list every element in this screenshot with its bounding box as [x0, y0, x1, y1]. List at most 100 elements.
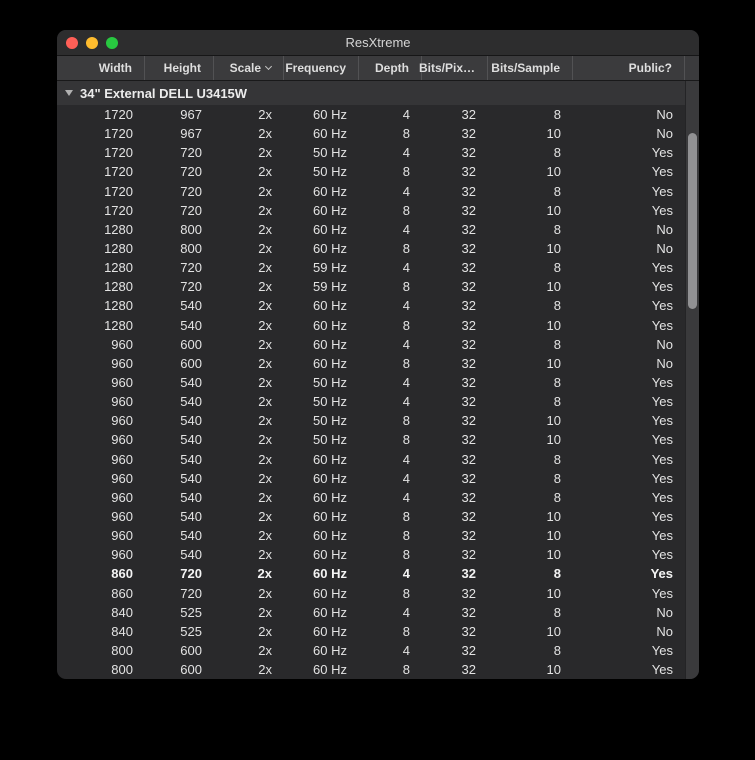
cell-bits-pix: 32 — [461, 241, 476, 257]
cell-depth: 4 — [402, 183, 410, 199]
cell-width: 960 — [111, 336, 133, 352]
cell-width: 960 — [111, 355, 133, 371]
table-row[interactable]: 1720 720 2x 50 Hz 8 32 10 Yes — [57, 162, 699, 181]
cell-depth: 8 — [402, 126, 410, 142]
column-header-depth[interactable]: Depth — [359, 56, 422, 80]
cell-height: 540 — [180, 375, 202, 391]
cell-frequency: 60 Hz — [313, 528, 347, 544]
cell-width: 840 — [111, 604, 133, 620]
cell-width: 800 — [111, 643, 133, 658]
table-row[interactable]: 1280 540 2x 60 Hz 4 32 8 Yes — [57, 296, 699, 315]
cell-width: 1720 — [104, 164, 133, 180]
table-row[interactable]: 1720 720 2x 60 Hz 8 32 10 Yes — [57, 201, 699, 220]
cell-public: Yes — [651, 489, 673, 505]
cell-bits-pix: 32 — [461, 509, 476, 525]
cell-public: No — [656, 336, 673, 352]
table-row[interactable]: 1720 967 2x 60 Hz 4 32 8 No — [57, 105, 699, 124]
cell-scale: 2x — [258, 509, 272, 525]
cell-bits-pix: 32 — [461, 604, 476, 620]
table-row[interactable]: 960 540 2x 50 Hz 4 32 8 Yes — [57, 373, 699, 392]
column-header-frequency[interactable]: Frequency — [284, 56, 359, 80]
zoom-button[interactable] — [106, 37, 118, 49]
cell-bits-sample: 10 — [546, 413, 561, 429]
cell-height: 720 — [180, 585, 202, 601]
column-header-bits-sample[interactable]: Bits/Sample — [488, 56, 573, 80]
cell-bits-pix: 32 — [461, 623, 476, 639]
cell-width: 1720 — [104, 126, 133, 142]
table-row[interactable]: 840 525 2x 60 Hz 8 32 10 No — [57, 622, 699, 641]
table-row[interactable]: 960 540 2x 60 Hz 4 32 8 Yes — [57, 450, 699, 469]
cell-width: 960 — [111, 432, 133, 448]
cell-scale: 2x — [257, 566, 272, 582]
cell-bits-pix: 32 — [461, 317, 476, 333]
table-row[interactable]: 1280 720 2x 59 Hz 4 32 8 Yes — [57, 258, 699, 277]
group-row[interactable]: 34" External DELL U3415W — [57, 81, 699, 105]
cell-scale: 2x — [258, 623, 272, 639]
table-row[interactable]: 1280 720 2x 59 Hz 8 32 10 Yes — [57, 277, 699, 296]
cell-frequency: 60 Hz — [313, 317, 347, 333]
table-row[interactable]: 1720 720 2x 60 Hz 4 32 8 Yes — [57, 182, 699, 201]
table-row[interactable]: 960 540 2x 60 Hz 8 32 10 Yes — [57, 507, 699, 526]
cell-public: Yes — [650, 566, 673, 582]
scrollbar-thumb[interactable] — [688, 133, 697, 309]
table-row[interactable]: 960 540 2x 50 Hz 8 32 10 Yes — [57, 411, 699, 430]
cell-bits-sample: 10 — [546, 662, 561, 678]
cell-bits-sample: 8 — [553, 470, 561, 486]
column-header-bits-pix[interactable]: Bits/Pix… — [419, 56, 488, 80]
cell-scale: 2x — [258, 164, 272, 180]
table-row[interactable]: 960 540 2x 60 Hz 4 32 8 Yes — [57, 488, 699, 507]
cell-bits-sample: 8 — [553, 394, 561, 410]
cell-bits-pix: 32 — [461, 202, 476, 218]
column-header-height[interactable]: Height — [145, 56, 214, 80]
table-row[interactable]: 960 540 2x 50 Hz 4 32 8 Yes — [57, 392, 699, 411]
table-row[interactable]: 960 600 2x 60 Hz 4 32 8 No — [57, 335, 699, 354]
cell-depth: 4 — [402, 145, 410, 161]
table-row[interactable]: 1720 967 2x 60 Hz 8 32 10 No — [57, 124, 699, 143]
cell-depth: 4 — [402, 107, 410, 123]
column-header-width[interactable]: Width — [57, 56, 145, 80]
cell-bits-sample: 8 — [553, 451, 561, 467]
disclosure-triangle-icon[interactable] — [65, 90, 73, 96]
close-button[interactable] — [66, 37, 78, 49]
table-row[interactable]: 1720 720 2x 50 Hz 4 32 8 Yes — [57, 143, 699, 162]
cell-height: 600 — [180, 355, 202, 371]
cell-frequency: 60 Hz — [313, 509, 347, 525]
cell-scale: 2x — [258, 260, 272, 276]
table-row[interactable]: 800 600 2x 60 Hz 8 32 10 Yes — [57, 660, 699, 679]
cell-scale: 2x — [258, 375, 272, 391]
table-row[interactable]: 860 720 2x 60 Hz 4 32 8 Yes — [57, 564, 699, 583]
cell-width: 840 — [111, 623, 133, 639]
column-header-scale[interactable]: Scale — [214, 56, 284, 80]
minimize-button[interactable] — [86, 37, 98, 49]
cell-public: No — [656, 126, 673, 142]
table-row[interactable]: 860 720 2x 60 Hz 8 32 10 Yes — [57, 584, 699, 603]
table-row[interactable]: 1280 800 2x 60 Hz 8 32 10 No — [57, 239, 699, 258]
cell-scale: 2x — [258, 317, 272, 333]
table-body: 1720 967 2x 60 Hz 4 32 8 No 1720 967 2x 60 Hz 8 32 10 N… — [57, 105, 699, 679]
cell-frequency: 60 Hz — [313, 623, 347, 639]
cell-height: 540 — [180, 394, 202, 410]
column-header-public[interactable]: Public? — [573, 56, 685, 80]
cell-bits-pix: 32 — [461, 585, 476, 601]
table-row[interactable]: 960 540 2x 60 Hz 8 32 10 Yes — [57, 545, 699, 564]
table-row[interactable]: 960 540 2x 50 Hz 8 32 10 Yes — [57, 430, 699, 449]
table-row[interactable]: 960 540 2x 60 Hz 8 32 10 Yes — [57, 526, 699, 545]
table-row[interactable]: 960 600 2x 60 Hz 8 32 10 No — [57, 354, 699, 373]
window-title: ResXtreme — [345, 35, 411, 50]
table-row[interactable]: 1280 540 2x 60 Hz 8 32 10 Yes — [57, 316, 699, 335]
column-header-label: Frequency — [285, 61, 346, 75]
cell-depth: 8 — [402, 432, 410, 448]
table-row[interactable]: 800 600 2x 60 Hz 4 32 8 Yes — [57, 641, 699, 660]
cell-height: 720 — [180, 566, 202, 582]
scrollbar-track[interactable] — [685, 81, 699, 679]
table-row[interactable]: 1280 800 2x 60 Hz 4 32 8 No — [57, 220, 699, 239]
cell-bits-pix: 32 — [461, 355, 476, 371]
column-header-label: Scale — [229, 61, 261, 75]
table-row[interactable]: 840 525 2x 60 Hz 4 32 8 No — [57, 603, 699, 622]
cell-frequency: 50 Hz — [313, 394, 347, 410]
cell-depth: 4 — [402, 470, 410, 486]
table-row[interactable]: 960 540 2x 60 Hz 4 32 8 Yes — [57, 469, 699, 488]
titlebar[interactable]: ResXtreme — [57, 30, 699, 56]
cell-bits-pix: 32 — [461, 662, 476, 678]
cell-bits-pix: 32 — [461, 470, 476, 486]
